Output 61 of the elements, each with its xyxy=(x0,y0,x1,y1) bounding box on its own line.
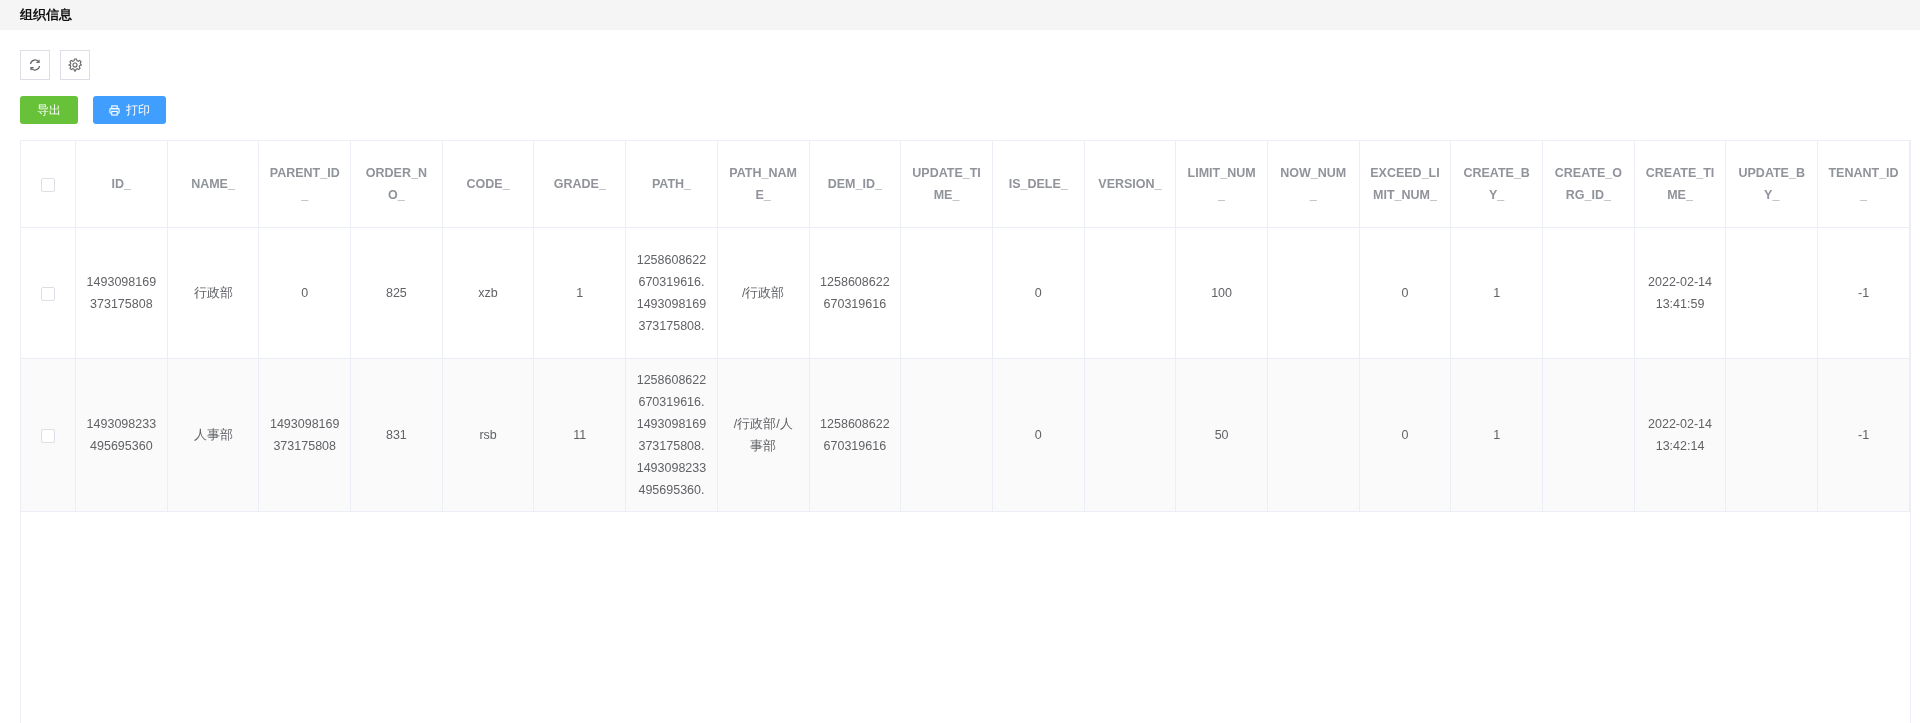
column-header: CODE_ xyxy=(466,176,510,193)
column-header: PARENT_ID_ xyxy=(269,165,341,204)
column-header: CREATE_BY_ xyxy=(1462,165,1531,204)
table-cell-text: 825 xyxy=(385,285,407,302)
row-checkbox[interactable] xyxy=(41,428,55,443)
refresh-icon xyxy=(28,58,42,72)
table-cell-text: 1493098169373175808 xyxy=(269,416,341,455)
table-cell-text: 0 xyxy=(1034,285,1042,302)
column-header: PATH_ xyxy=(651,176,692,193)
column-header: NOW_NUM_ xyxy=(1279,165,1348,204)
table-cell-text: 0 xyxy=(1401,427,1409,444)
table-cell-text: rsb xyxy=(479,427,497,444)
refresh-button[interactable] xyxy=(20,50,50,80)
column-header: NAME_ xyxy=(191,176,235,193)
table-cell-text: 11 xyxy=(573,427,587,444)
table-cell-text: -1 xyxy=(1857,427,1870,444)
table-cell-text: 1 xyxy=(576,285,584,302)
table-cell-text: 2022-02-14 13:41:59 xyxy=(1647,274,1713,313)
table-cell-text: 50 xyxy=(1214,427,1229,444)
column-header: PATH_NAME_ xyxy=(728,165,798,204)
table-cell-text: 1258608622670319616 xyxy=(819,274,891,313)
column-header: CREATE_TIME_ xyxy=(1644,165,1716,204)
table-cell-text: 0 xyxy=(301,285,309,302)
column-header: CREATE_ORG_ID_ xyxy=(1553,165,1623,204)
select-all-checkbox[interactable] xyxy=(41,177,55,192)
column-header: UPDATE_TIME_ xyxy=(911,165,982,204)
table-cell-text: 1258608622670319616.1493098169373175808.1493098233495695360. xyxy=(636,372,707,499)
printer-icon xyxy=(109,104,120,116)
table-cell-text: 1 xyxy=(1493,427,1501,444)
table-cell-text: xzb xyxy=(478,285,498,302)
row-checkbox[interactable] xyxy=(41,286,55,301)
column-header: GRADE_ xyxy=(553,176,606,193)
table-cell-text: 1493098233495695360 xyxy=(86,416,157,455)
table-cell-text: 1 xyxy=(1493,285,1501,302)
column-header: EXCEED_LIMIT_NUM_ xyxy=(1369,165,1441,204)
table-cell-text: -1 xyxy=(1857,285,1870,302)
page-title: 组织信息 xyxy=(20,7,72,22)
column-header: TENANT_ID_ xyxy=(1828,165,1899,204)
column-header: LIMIT_NUM_ xyxy=(1186,165,1257,204)
column-header: DEM_ID_ xyxy=(827,176,882,193)
column-header: UPDATE_BY_ xyxy=(1737,165,1806,204)
table-cell-text: 0 xyxy=(1401,285,1409,302)
table-cell-text: 0 xyxy=(1034,427,1042,444)
table-cell-text: 831 xyxy=(385,427,407,444)
column-header: VERSION_ xyxy=(1098,176,1162,193)
settings-button[interactable] xyxy=(60,50,90,80)
table-cell-text: /行政部/人事部 xyxy=(732,416,794,455)
table-cell-text: /行政部 xyxy=(741,285,785,302)
export-button[interactable]: 导出 xyxy=(20,96,78,124)
table-cell-text: 人事部 xyxy=(193,427,233,444)
column-header: ORDER_NO_ xyxy=(364,165,428,204)
table-cell-text: 2022-02-14 13:42:14 xyxy=(1647,416,1713,455)
table-cell-text: 100 xyxy=(1211,285,1232,302)
table-cell-text: 行政部 xyxy=(193,285,233,302)
column-header: IS_DELE_ xyxy=(1008,176,1068,193)
settings-icon xyxy=(68,58,82,72)
table-cell-text: 1493098169373175808 xyxy=(86,274,157,313)
print-button[interactable]: 打印 xyxy=(93,96,166,124)
column-header: ID_ xyxy=(111,176,132,193)
table-cell-text: 1258608622670319616 xyxy=(819,416,891,455)
table-cell-text: 1258608622670319616.1493098169373175808. xyxy=(636,252,707,335)
